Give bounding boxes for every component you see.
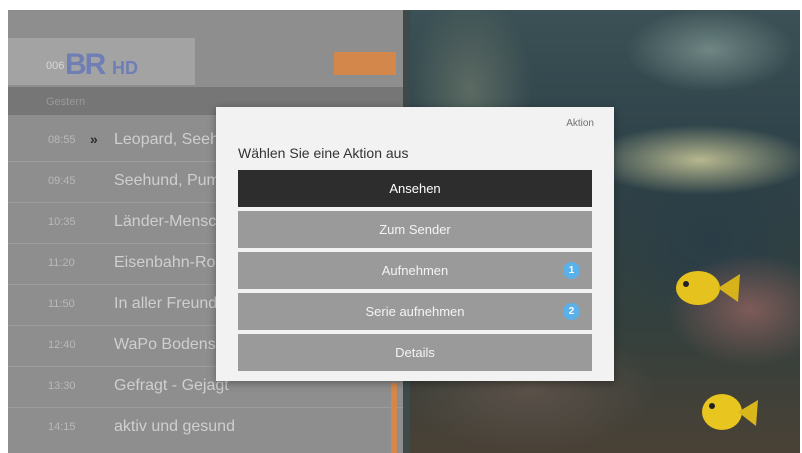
shortcut-badge-1: 1 — [563, 262, 580, 279]
action-record-series-button[interactable]: Serie aufnehmen 2 — [238, 293, 592, 330]
day-label: Gestern — [46, 96, 86, 108]
action-dialog: Aktion Wählen Sie eine Aktion aus Ansehe… — [216, 107, 614, 381]
action-label: Serie aufnehmen — [365, 304, 465, 319]
program-time: 09:45 — [48, 175, 76, 187]
channel-logo: BR — [65, 48, 106, 81]
channel-hd-label: HD — [112, 58, 138, 78]
action-label: Zum Sender — [379, 222, 451, 237]
progress-strip — [391, 383, 397, 453]
fish-icon — [702, 394, 758, 430]
program-time: 12:40 — [48, 339, 76, 351]
shortcut-badge-2: 2 — [563, 303, 580, 320]
dialog-tag: Aktion — [566, 118, 594, 129]
program-time: 11:20 — [48, 257, 75, 269]
program-time: 11:50 — [48, 298, 75, 310]
current-marker-icon: » — [90, 131, 98, 147]
action-label: Details — [395, 345, 435, 360]
action-record-button[interactable]: Aufnehmen 1 — [238, 252, 592, 289]
dialog-title: Wählen Sie eine Aktion aus — [238, 145, 409, 161]
program-time: 14:15 — [48, 421, 76, 433]
fish-icon — [676, 271, 740, 305]
program-title: aktiv und gesund — [114, 418, 235, 435]
program-row[interactable]: 14:15 aktiv und gesund — [8, 408, 403, 448]
program-title: Gefragt - Gejagt — [114, 377, 229, 394]
program-time: 13:30 — [48, 380, 76, 392]
action-details-button[interactable]: Details — [238, 334, 592, 371]
action-label: Aufnehmen — [381, 263, 449, 278]
action-watch-button[interactable]: Ansehen — [238, 170, 592, 207]
action-go-to-channel-button[interactable]: Zum Sender — [238, 211, 592, 248]
program-time: 10:35 — [48, 216, 76, 228]
action-label: Ansehen — [389, 181, 441, 196]
header-action-button[interactable] — [334, 52, 396, 75]
channel-number: 006 — [46, 60, 65, 72]
tv-screen: 006 BR HD Gestern 08:55 » Leopard, Seehu… — [8, 10, 800, 453]
program-time: 08:55 — [48, 134, 76, 146]
